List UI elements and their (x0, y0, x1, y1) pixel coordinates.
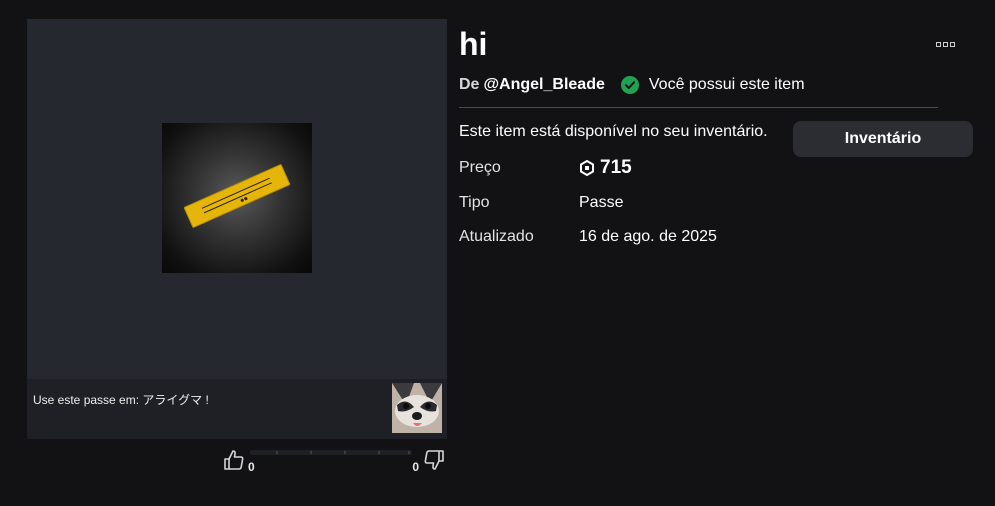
vote-ratio-track (250, 450, 412, 455)
price-label: Preço (459, 159, 501, 176)
creator-link[interactable]: @Angel_Bleade (483, 76, 604, 94)
price-value: 715 (600, 157, 632, 178)
owned-status: Você possui este item (648, 76, 805, 93)
thumbs-up-icon[interactable] (222, 448, 246, 472)
divider (459, 107, 938, 108)
robux-icon (580, 160, 594, 176)
creator-row: De @Angel_Bleade Você possui este item (459, 76, 805, 94)
use-in-text: Use este passe em: アライグマ ! (33, 393, 209, 407)
pass-ticket-icon (183, 164, 291, 228)
more-options-icon[interactable] (934, 40, 958, 50)
price-value-row: 715 (579, 157, 632, 179)
experience-thumbnail[interactable] (392, 383, 442, 433)
updated-label: Atualizado (459, 228, 534, 245)
creator-prefix: De (459, 76, 480, 93)
inventory-button[interactable]: Inventário (793, 121, 973, 157)
thumbs-down-icon[interactable] (422, 448, 446, 472)
item-media-card: Use este passe em: アライグマ ! (27, 19, 447, 439)
checkmark-circle-icon (620, 76, 639, 94)
item-thumbnail (162, 123, 312, 273)
updated-value: 16 de ago. de 2025 (579, 228, 717, 245)
type-label: Tipo (459, 194, 490, 211)
use-in-experience-bar[interactable]: Use este passe em: アライグマ ! (27, 379, 447, 439)
item-title: hi (459, 26, 488, 62)
downvote-count: 0 (412, 460, 419, 474)
vote-bar: 0 0 (220, 446, 446, 476)
type-value: Passe (579, 194, 624, 211)
upvote-count: 0 (248, 460, 255, 474)
availability-text: Este item está disponível no seu inventá… (459, 123, 768, 140)
